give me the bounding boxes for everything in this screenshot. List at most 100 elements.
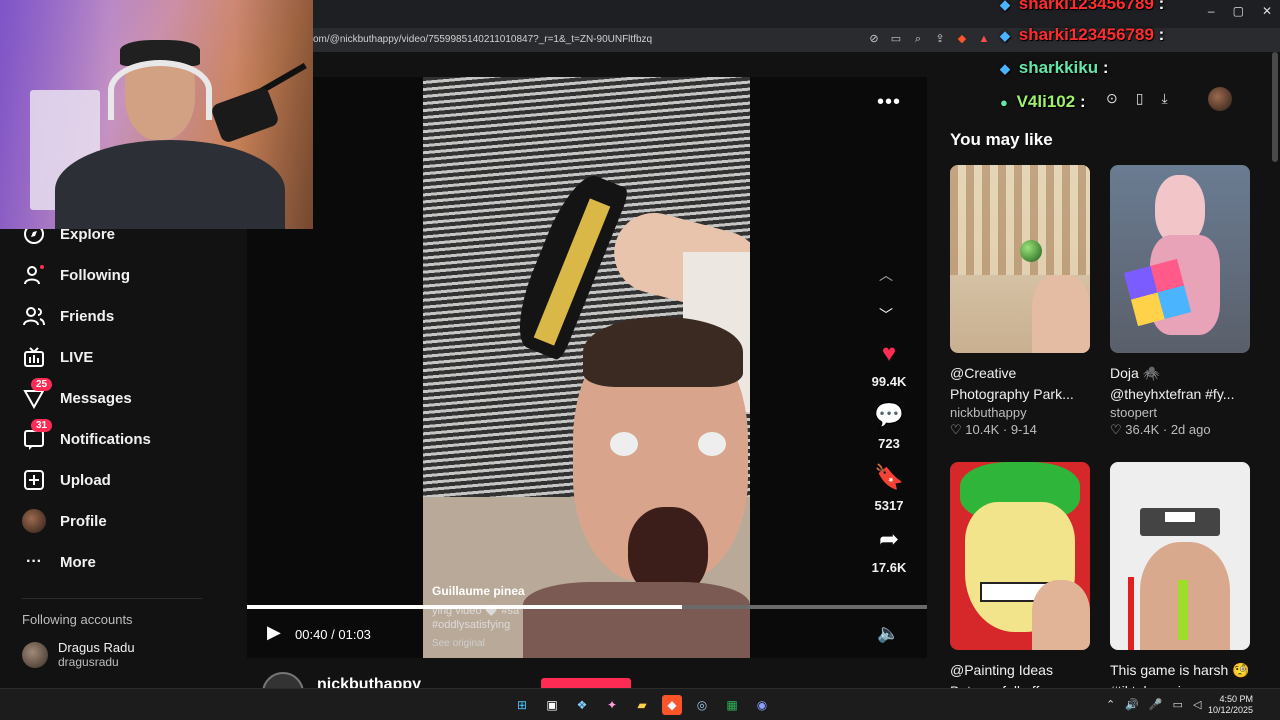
sidebar-item-profile[interactable]: Profile	[22, 509, 107, 533]
video-thumbnail[interactable]	[1110, 165, 1250, 353]
more-options-icon[interactable]: •••	[877, 91, 901, 114]
caption-line[interactable]: #oddlysatisfying	[432, 618, 632, 632]
heart-outline-icon: ♡	[950, 422, 962, 437]
clock-time: 4:50 PM	[1219, 694, 1254, 704]
chat-message: ◆ sharkkiku :	[1000, 58, 1109, 78]
chat-badge-icon: ◆	[1000, 0, 1010, 12]
recommended-video-card[interactable]: Doja 🕷️ @theyhxtefran #fy... stoopert ♡ …	[1110, 165, 1250, 438]
recommended-video-card[interactable]: This game is harsh 🧐 #tiktokgaming...	[1110, 462, 1250, 702]
tiktok-page: Explore Following Friends LIVE 25 Messag…	[0, 0, 1280, 714]
video-author-bar: nickbuthappy	[247, 658, 927, 714]
account-handle: dragusradu	[58, 655, 119, 669]
system-tray: ⌃ 🔊 🎤 ▭ ◁	[1106, 698, 1202, 711]
recommended-video-card[interactable]: @Creative Photography Park... nickbuthap…	[950, 165, 1090, 438]
network-icon[interactable]: ▭	[1173, 698, 1183, 711]
like-count: 99.4K	[871, 374, 907, 389]
speaker-icon[interactable]: 🔊	[1125, 698, 1139, 711]
taskbar-clock[interactable]: 4:50 PM 10/12/2025	[1208, 694, 1253, 716]
url-text[interactable]: om/@nickbuthappy/video/75599851402110108…	[313, 34, 652, 45]
play-icon[interactable]: ▶	[267, 622, 281, 643]
card-user[interactable]: stoopert	[1110, 405, 1250, 420]
volume-icon[interactable]: 🔈	[877, 623, 899, 644]
following-account-item[interactable]: Dragus Radu dragusradu	[22, 640, 135, 669]
chat-text: :	[1102, 58, 1109, 77]
clock-date: 10/12/2025	[1208, 705, 1254, 715]
sidebar-item-more[interactable]: ··· More	[22, 550, 96, 574]
user-avatar[interactable]	[1208, 87, 1232, 111]
video-thumbnail[interactable]	[1110, 462, 1250, 650]
comment-count: 723	[878, 436, 900, 451]
following-accounts-title: Following accounts	[22, 612, 133, 627]
share-icon[interactable]: ⇪	[932, 31, 948, 47]
card-title[interactable]: @Creative Photography Park...	[950, 363, 1090, 405]
caption-author[interactable]: Guillaume pinea	[432, 584, 632, 598]
screen: om/@nickbuthappy/video/75599851402110108…	[0, 0, 1280, 720]
heart-icon: ♥	[881, 340, 897, 367]
download-icon[interactable]: ⤓	[1161, 90, 1167, 107]
share-button[interactable]: ➦ 17.6K	[859, 526, 919, 575]
sidebar-item-notifications[interactable]: 31 Notifications	[22, 419, 151, 451]
sidebar-item-upload[interactable]: Upload	[22, 468, 111, 492]
chevron-down-icon[interactable]: ﹀	[879, 305, 893, 325]
chat-user: sharki123456789	[1018, 0, 1154, 13]
windows-taskbar: ⊞ ▣ ❖ ✦ ▰ ◆ ◎ ▦ ◉ ⌃ 🔊 🎤 ▭ ◁ 4:50 PM 10/1…	[0, 688, 1280, 720]
comment-button[interactable]: 💬 723	[859, 402, 919, 451]
webcam-overlay	[0, 0, 313, 229]
recommended-video-card[interactable]: @Painting Ideas Batman fall off...	[950, 462, 1090, 702]
chevron-up-icon[interactable]: ⌃	[1106, 698, 1115, 711]
volume-icon[interactable]: ◁	[1193, 698, 1201, 711]
sidebar-item-label: Following	[60, 266, 130, 284]
no-translate-icon[interactable]: ⊘	[866, 31, 882, 47]
phone-icon[interactable]: ▯	[1136, 90, 1144, 107]
close-icon[interactable]: ✕	[1262, 4, 1272, 18]
video-progress-fill	[247, 605, 683, 609]
divider	[22, 598, 202, 599]
task-view-icon[interactable]: ▣	[542, 695, 562, 715]
sidebar-item-live[interactable]: LIVE	[22, 345, 93, 369]
video-thumbnail[interactable]	[950, 165, 1090, 353]
copilot-icon[interactable]: ❖	[572, 695, 592, 715]
url-actions: ⊘ ▭ ⌕ ⇪ ◆ ▲	[866, 31, 992, 47]
sidebar-item-messages[interactable]: 25 Messages	[22, 378, 132, 410]
video-thumbnail[interactable]	[950, 462, 1090, 650]
windows-start-icon[interactable]: ⊞	[512, 695, 532, 715]
chat-user: sharkkiku	[1018, 58, 1099, 77]
window-controls: – ▢ ✕	[1208, 4, 1272, 18]
colorful-app-icon[interactable]: ✦	[602, 695, 622, 715]
profile-avatar	[22, 509, 46, 533]
video-player[interactable]: Guillaume pinea ying video 🤍 #sa #oddlys…	[247, 77, 927, 658]
card-title[interactable]: Doja 🕷️ @theyhxtefran #fy...	[1110, 363, 1250, 405]
video-frame[interactable]: Guillaume pinea ying video 🤍 #sa #oddlys…	[423, 77, 750, 658]
sidebar-item-label: Messages	[60, 389, 132, 407]
brave-shield-icon[interactable]: ◆	[954, 31, 970, 47]
page-scrollbar[interactable]	[1272, 52, 1278, 162]
zoom-icon[interactable]: ⌕	[910, 31, 926, 47]
sidebar-item-friends[interactable]: Friends	[22, 304, 114, 328]
friends-icon	[22, 304, 46, 328]
chat-message: ● V4li102 :	[1000, 92, 1086, 112]
excel-icon[interactable]: ▦	[722, 695, 742, 715]
minimize-icon[interactable]: –	[1208, 4, 1215, 18]
card-stats: ♡ 36.4K · 2d ago	[1110, 422, 1211, 437]
chat-badge-icon: ◆	[1000, 28, 1010, 43]
maximize-icon[interactable]: ▢	[1233, 4, 1244, 18]
you-may-like-title: You may like	[950, 130, 1053, 149]
steam-icon[interactable]: ◎	[692, 695, 712, 715]
brave-browser-icon[interactable]: ◆	[662, 695, 682, 715]
picture-in-picture-icon[interactable]: ▭	[888, 31, 904, 47]
bookmark-icon: 🔖	[874, 464, 904, 491]
chat-user: V4li102	[1016, 92, 1076, 111]
mic-icon[interactable]: 🎤	[1149, 698, 1163, 711]
file-explorer-icon[interactable]: ▰	[632, 695, 652, 715]
video-progress-bar[interactable]	[247, 605, 927, 609]
chevron-up-icon[interactable]: ︿	[879, 265, 893, 285]
card-user[interactable]: nickbuthappy	[950, 405, 1090, 420]
upload-icon	[22, 468, 46, 492]
rewards-icon[interactable]: ▲	[976, 31, 992, 47]
save-button[interactable]: 🔖 5317	[859, 464, 919, 513]
discord-icon[interactable]: ◉	[752, 695, 772, 715]
coin-icon[interactable]: ⊙	[1106, 90, 1118, 107]
like-button[interactable]: ♥ 99.4K	[859, 340, 919, 389]
sidebar-item-following[interactable]: Following	[22, 263, 130, 287]
see-original-link[interactable]: See original	[432, 638, 632, 649]
